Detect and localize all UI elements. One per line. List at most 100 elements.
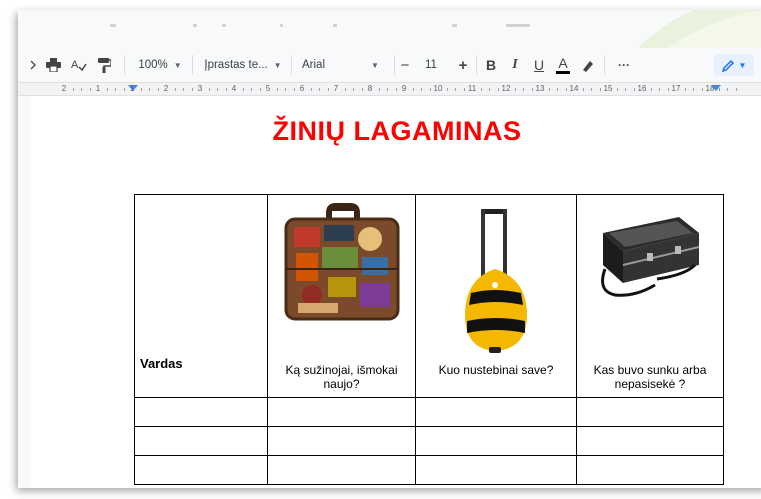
ruler-tick [719,88,720,91]
vintage-suitcase-image [268,203,415,325]
ruler-label: 16 [637,84,647,93]
ruler-tick [90,88,91,91]
ruler-tick [158,88,159,91]
ruler-label: 10 [433,84,443,93]
ruler-tick [115,88,116,91]
ruler-tick [175,88,176,91]
ruler[interactable]: 2 1 1 2 3 4 5 6 7 8 9 10 11 12 13 14 15 16 17 18 [18,82,761,96]
more-options-button[interactable]: ··· [614,46,634,84]
ruler-tick [481,88,482,91]
ruler-tick [413,88,414,91]
ruler-tick [549,88,550,91]
ruler-tick [515,88,516,91]
ruler-tick [617,88,618,91]
ruler-tick [73,88,74,91]
table-cell[interactable] [576,455,724,485]
ruler-tick [379,88,380,91]
table-header-row: Vardas Ką sužinojai, išmokai naujo? Kuo … [134,194,724,398]
ruler-label: 13 [535,84,545,93]
app-window: A 100% ▼ Įprastas te... ▼ Arial ▼ − 11 +… [18,10,761,488]
italic-button[interactable]: I [507,46,523,84]
ruler-tick [387,88,388,91]
table-cell[interactable]: Vardas [134,194,268,398]
ruler-tick [81,88,82,91]
paint-format-icon[interactable] [96,46,112,84]
ruler-tick [566,88,567,91]
chevron-down-icon: ▼ [173,60,182,70]
decrease-font-size-button[interactable]: − [396,46,414,84]
table-cell[interactable] [134,426,268,456]
ruler-label: 9 [401,84,407,93]
ruler-tick [532,88,533,91]
ruler-tick [217,88,218,91]
table-cell[interactable] [415,397,577,427]
table-cell[interactable] [415,455,577,485]
text-color-label: A [558,54,568,71]
document-page[interactable]: ŽINIŲ LAGAMINAS Vardas Ką sužinojai, išm… [30,96,761,488]
table-cell[interactable] [134,455,268,485]
ruler-tick [421,88,422,91]
ruler-label: 6 [299,84,305,93]
ruler-tick [693,88,694,91]
editing-mode-button[interactable]: ▼ [714,54,754,76]
ruler-tick [668,88,669,91]
ruler-tick [591,88,592,91]
font-select[interactable]: Arial ▼ [302,46,390,84]
underline-button[interactable]: U [531,46,547,84]
table-cell[interactable] [576,426,724,456]
highlight-pen-icon[interactable] [579,46,595,84]
text-color-button[interactable]: A [555,46,571,84]
learned-column-header: Ką sužinojai, išmokai naujo? [285,363,398,391]
reflection-table: Vardas Ką sužinojai, išmokai naujo? Kuo … [134,194,724,485]
ruler-tick [455,88,456,91]
font-size-input[interactable]: 11 [420,46,442,84]
table-cell[interactable] [134,397,268,427]
name-column-header: Vardas [140,356,183,371]
style-select[interactable]: Įprastas te... ▼ [200,46,286,84]
table-row [134,397,724,427]
table-cell[interactable]: Kuo nustebinai save? [415,194,577,398]
ruler-tick [736,88,737,91]
table-cell[interactable] [267,455,416,485]
ruler-tick [362,88,363,91]
ruler-tick [251,88,252,91]
ruler-tick [124,88,125,91]
ruler-tick [600,88,601,91]
table-cell[interactable] [267,397,416,427]
table-cell[interactable]: Ką sužinojai, išmokai naujo? [267,194,416,398]
bold-button[interactable]: B [483,46,499,84]
ruler-tick [464,88,465,91]
ruler-tick [447,88,448,91]
ruler-label: 1 [129,84,135,93]
ruler-tick [141,88,142,91]
chevron-down-icon: ▼ [738,60,747,70]
pencil-icon [721,59,734,72]
ruler-tick [183,88,184,91]
increase-font-size-button[interactable]: + [454,46,472,84]
table-cell[interactable] [576,397,724,427]
redo-icon[interactable] [30,46,36,84]
ruler-tick [489,88,490,91]
chevron-down-icon: ▼ [273,60,282,70]
black-aluminum-case-image [577,213,723,301]
ruler-label: 2 [163,84,169,93]
ruler-tick [260,88,261,91]
toolbar: A 100% ▼ Įprastas te... ▼ Arial ▼ − 11 +… [18,46,761,84]
document-title: ŽINIŲ LAGAMINAS [272,116,522,146]
zoom-select[interactable]: 100% ▼ [134,46,186,84]
ruler-tick [430,88,431,91]
ruler-tick [702,88,703,91]
spellcheck-icon[interactable]: A [70,46,88,84]
table-cell[interactable]: Kas buvo sunku arba nepasisekė ? [576,194,724,398]
ruler-tick [353,88,354,91]
table-cell[interactable] [267,426,416,456]
yellow-rolling-luggage-image [416,209,576,355]
table-cell[interactable] [415,426,577,456]
ruler-tick [311,88,312,91]
ruler-tick [209,88,210,91]
ruler-tick [651,88,652,91]
ruler-tick [243,88,244,91]
print-icon[interactable] [44,46,62,84]
surprised-column-header: Kuo nustebinai save? [438,363,554,377]
ruler-tick [396,88,397,91]
